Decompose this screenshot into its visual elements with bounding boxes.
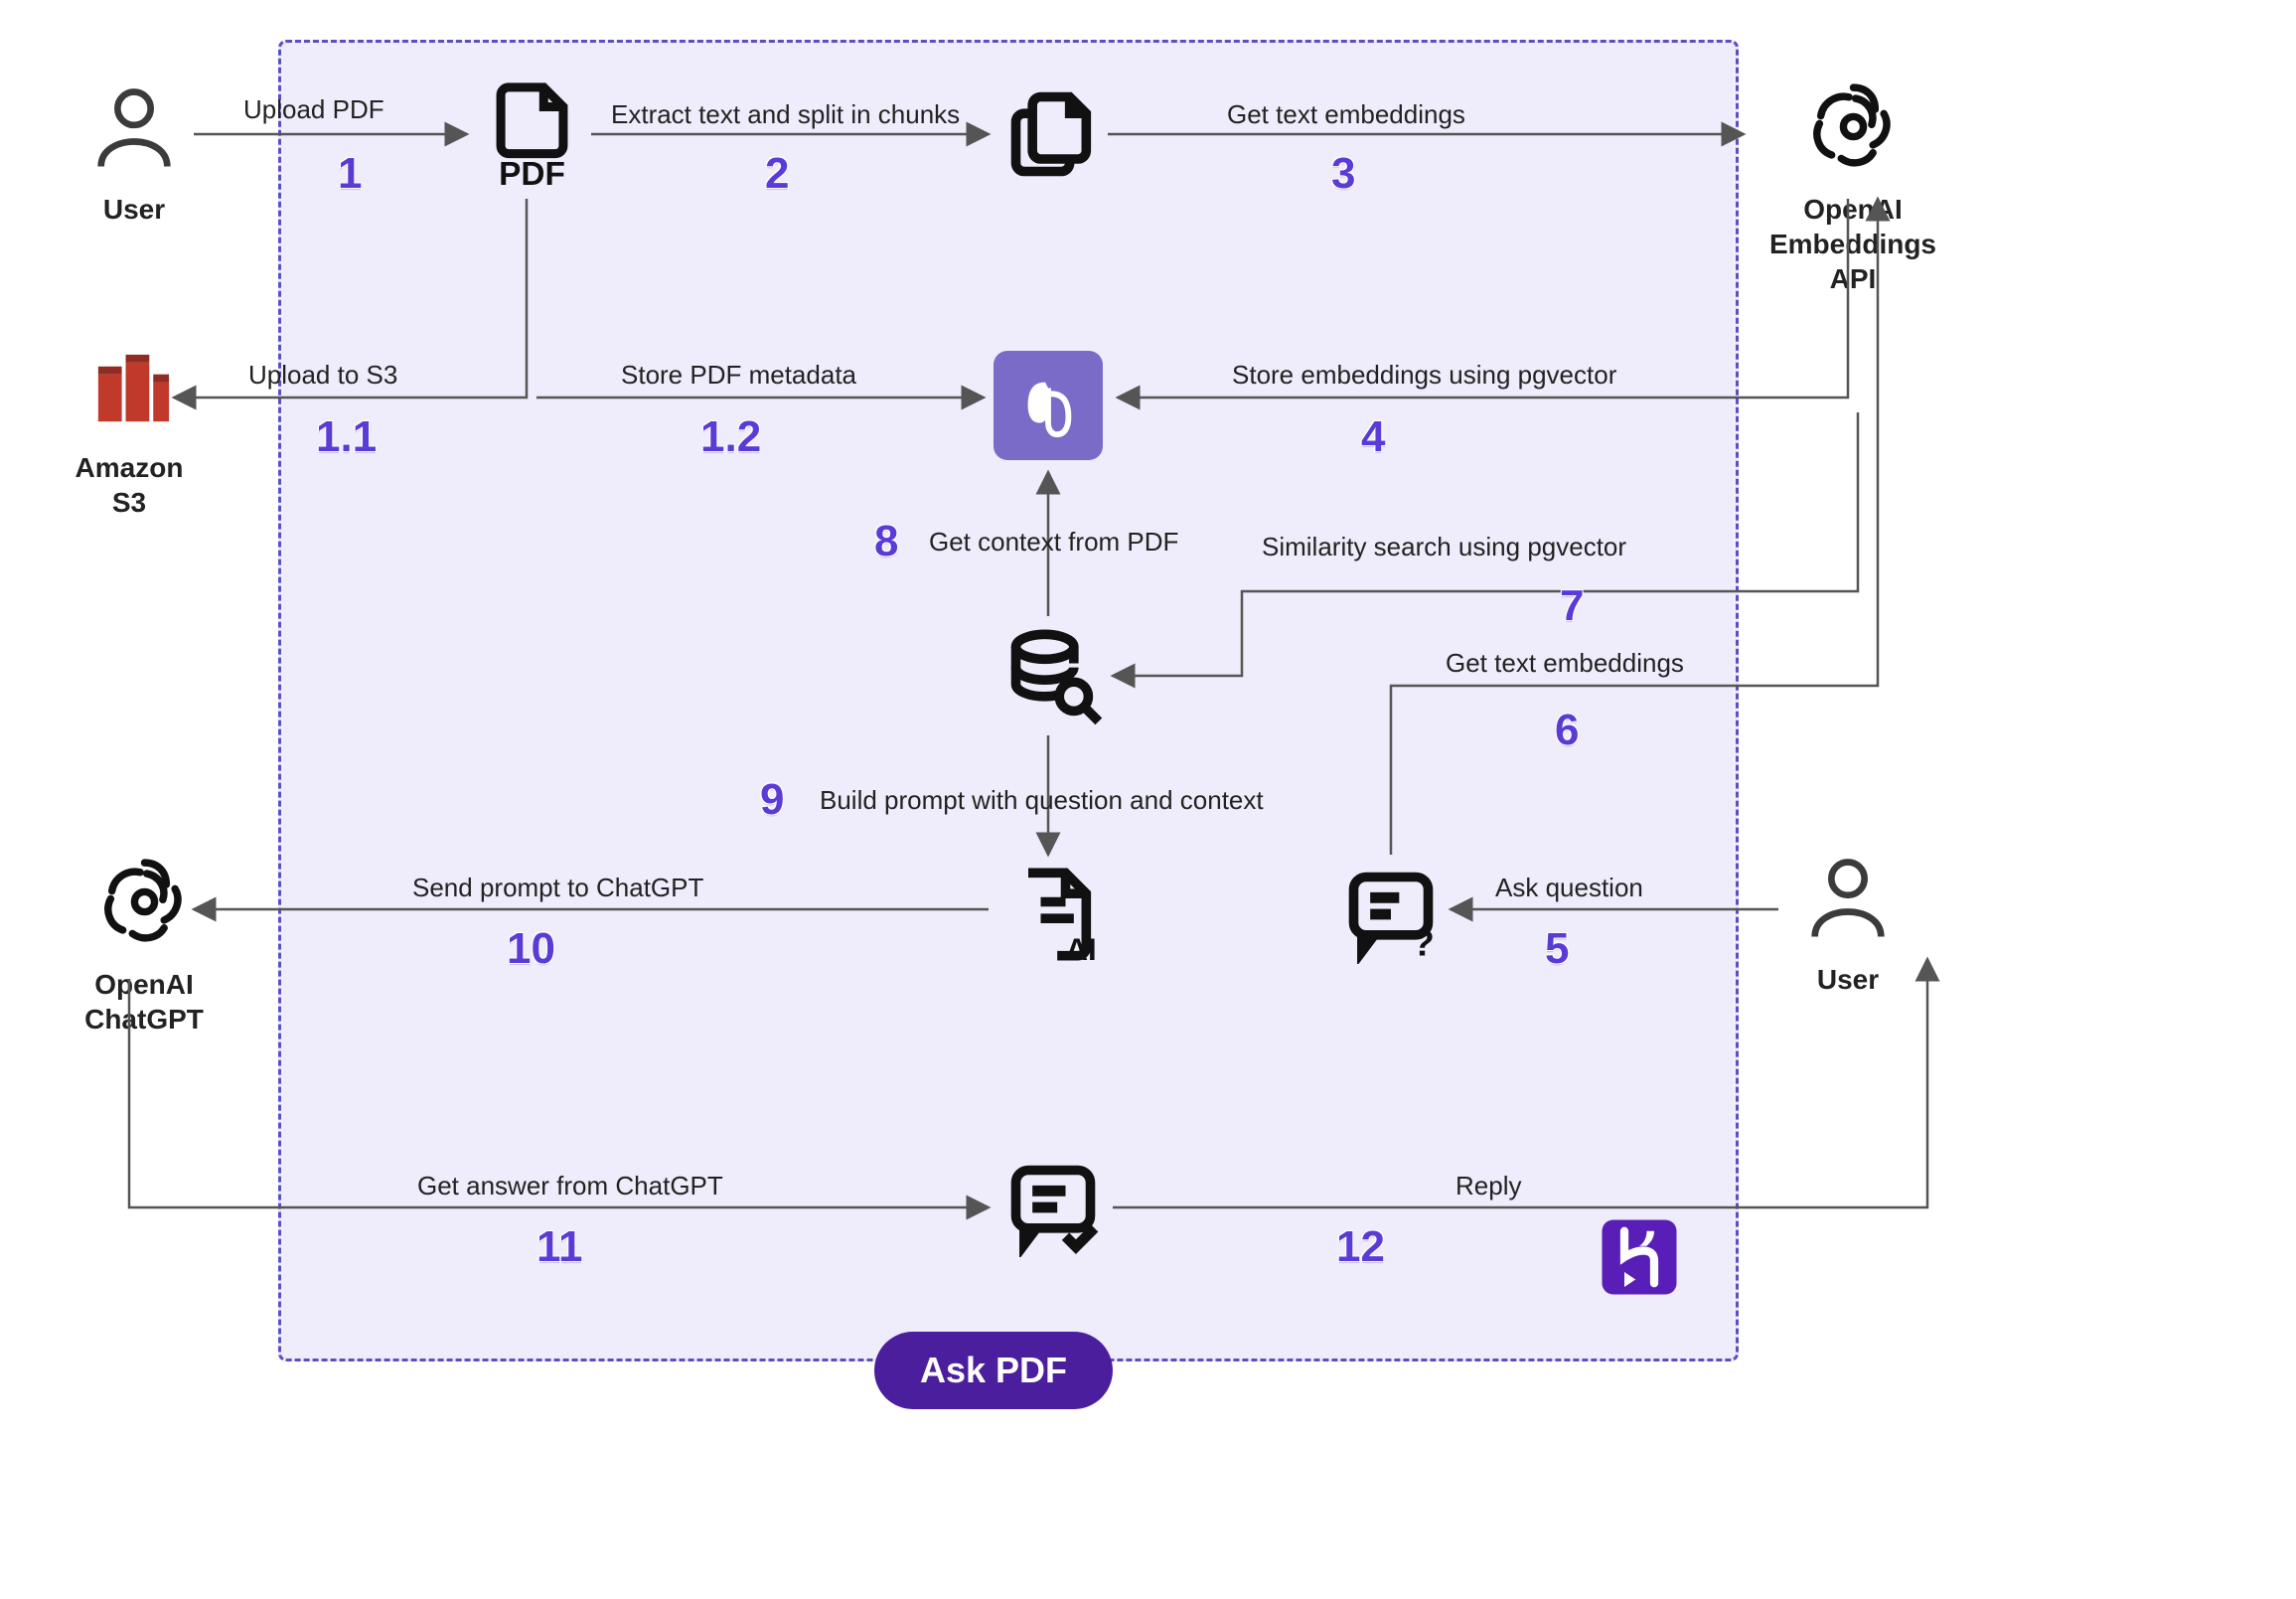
files-icon — [1003, 84, 1103, 184]
step-4-label: Store embeddings using pgvector — [1232, 360, 1616, 391]
s3-icon — [82, 343, 177, 437]
amazon-s3-node: Amazon S3 — [60, 343, 199, 520]
step-8-num: 8 — [874, 517, 898, 566]
answer-node — [998, 1158, 1108, 1262]
pdf-icon: PDF — [485, 80, 579, 189]
user-bottom-label: User — [1788, 962, 1908, 997]
container-badge: Ask PDF — [874, 1332, 1113, 1409]
step-12-label: Reply — [1455, 1171, 1521, 1201]
dbsearch-node — [998, 626, 1108, 730]
openai-icon — [92, 850, 197, 954]
step-10-label: Send prompt to ChatGPT — [412, 873, 703, 903]
openai-embeddings-node: OpenAI Embeddings API — [1754, 75, 1952, 296]
step-12-num: 12 — [1336, 1222, 1385, 1272]
db-search-icon — [1003, 626, 1103, 725]
user-top-label: User — [75, 192, 194, 227]
step-1-1-label: Upload to S3 — [248, 360, 397, 391]
step-1-2-num: 1.2 — [700, 412, 761, 462]
step-8-label: Get context from PDF — [929, 527, 1178, 558]
user-bottom-node: User — [1788, 850, 1908, 997]
step-2-label: Extract text and split in chunks — [611, 99, 960, 130]
step-1-2-label: Store PDF metadata — [621, 360, 856, 391]
svg-text:AI: AI — [1066, 932, 1097, 964]
step-6-num: 6 — [1555, 706, 1579, 755]
step-3-num: 3 — [1331, 149, 1355, 199]
step-10-num: 10 — [507, 924, 555, 974]
chat-check-icon — [1003, 1158, 1103, 1257]
openai-icon — [1801, 75, 1906, 179]
step-11-num: 11 — [536, 1222, 583, 1272]
step-7-label: Similarity search using pgvector — [1262, 532, 1626, 562]
user-icon — [84, 80, 184, 179]
diagram-canvas: Ask PDF User PDF — [0, 0, 2296, 1599]
step-9-label: Build prompt with question and context — [820, 785, 1264, 816]
step-7-num: 7 — [1560, 581, 1584, 631]
heroku-icon — [1595, 1212, 1684, 1302]
heroku-node — [1590, 1212, 1689, 1307]
chunks-node — [998, 84, 1108, 189]
svg-text:PDF: PDF — [499, 156, 565, 189]
openai-chatgpt-node: OpenAI ChatGPT — [60, 850, 229, 1037]
user-icon — [1798, 850, 1898, 949]
step-1-1-num: 1.1 — [316, 412, 377, 462]
step-2-num: 2 — [765, 149, 789, 199]
step-3-label: Get text embeddings — [1227, 99, 1465, 130]
postgres-icon — [1013, 371, 1083, 440]
pdf-node: PDF — [477, 80, 586, 194]
step-9-num: 9 — [760, 775, 784, 825]
step-6-label: Get text embeddings — [1446, 648, 1684, 679]
step-1-num: 1 — [338, 149, 362, 199]
postgres-badge — [994, 351, 1103, 460]
amazon-s3-label: Amazon S3 — [60, 450, 199, 520]
svg-text:?: ? — [1412, 922, 1435, 964]
question-node: ? — [1336, 865, 1446, 969]
chat-question-icon: ? — [1341, 865, 1441, 964]
step-1-label: Upload PDF — [243, 94, 384, 125]
openai-chatgpt-label: OpenAI ChatGPT — [60, 967, 229, 1037]
openai-embeddings-label: OpenAI Embeddings API — [1754, 192, 1952, 296]
step-4-num: 4 — [1361, 412, 1385, 462]
step-11-label: Get answer from ChatGPT — [417, 1171, 723, 1201]
step-5-label: Ask question — [1495, 873, 1643, 903]
step-5-num: 5 — [1545, 924, 1569, 974]
user-top-node: User — [75, 80, 194, 227]
ai-file-icon: AI — [1003, 865, 1103, 964]
ai-prompt-node: AI — [998, 865, 1108, 969]
